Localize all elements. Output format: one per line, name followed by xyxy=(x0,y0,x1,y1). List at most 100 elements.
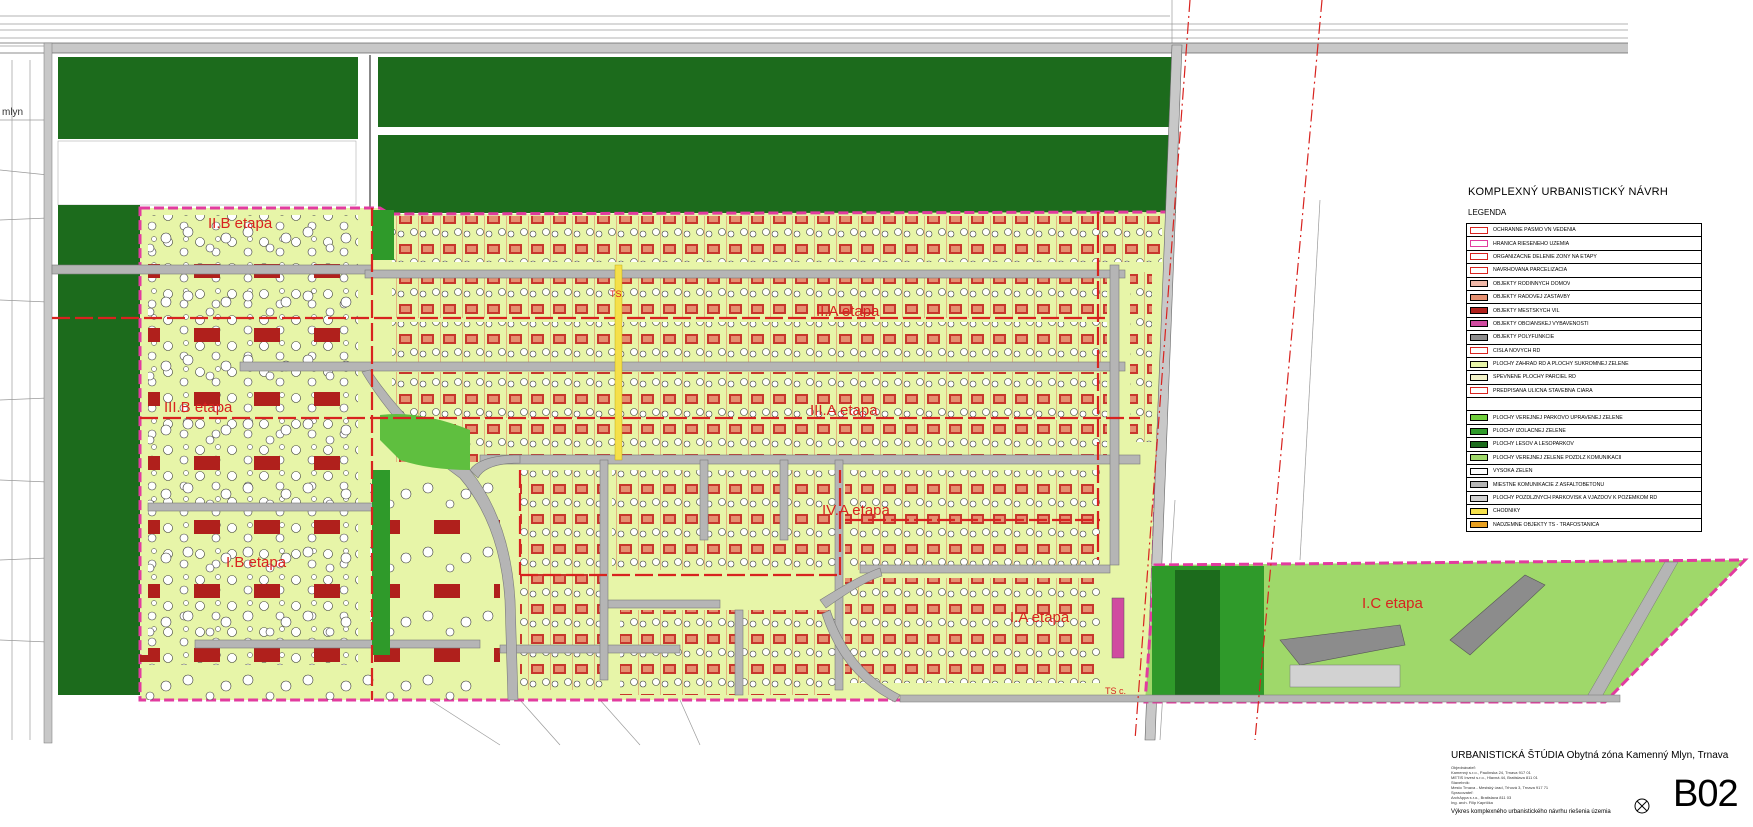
title-block-description: Výkres komplexného urbanistického návrhu… xyxy=(1451,809,1611,815)
legend-swatch xyxy=(1470,521,1488,529)
north-arrow-icon xyxy=(1634,798,1650,814)
legend-item-label: MIESTNE KOMUNIKÁCIE Z ASFALTOBETÓNU xyxy=(1493,481,1605,488)
ts-building xyxy=(1111,597,1125,659)
meadow-north xyxy=(57,140,357,206)
road-west xyxy=(43,42,53,744)
legend-swatch xyxy=(1470,400,1488,408)
legend-swatch xyxy=(1470,467,1488,475)
legend-swatch xyxy=(1470,333,1488,341)
title-block: URBANISTICKÁ ŠTÚDIA Obytná zóna Kamenný … xyxy=(1449,747,1749,825)
title-block-line: Ing. arch. Filip Kaprička xyxy=(1451,800,1493,805)
legend-item-label: CHODNÍKY xyxy=(1493,508,1521,515)
legend-item: OBJEKTY RODINNÝCH DOMOV xyxy=(1467,278,1701,291)
legend-item-label: OCHRANNÉ PÁSMO VN VEDENIA xyxy=(1493,227,1576,234)
legend-swatch xyxy=(1470,454,1488,462)
legend-swatch xyxy=(1470,226,1488,234)
legend-item xyxy=(1467,398,1701,412)
legend-item-label: OBJEKTY RADOVEJ ZÁSTAVBY xyxy=(1493,294,1571,301)
legend-table: OCHRANNÉ PÁSMO VN VEDENIA HRANICA RIEŠENÉ… xyxy=(1466,223,1702,532)
legend-swatch xyxy=(1470,387,1488,395)
legend-item-label: HRANICA RIEŠENÉHO ÚZEMIA xyxy=(1493,240,1570,247)
legend-item: OBJEKTY POLYFUNKCIE xyxy=(1467,331,1701,345)
legend-item: OBJEKTY RADOVEJ ZÁSTAVBY xyxy=(1467,291,1701,305)
legend-item-label: VYSOKÁ ZELEŇ xyxy=(1493,468,1533,475)
legend-swatch xyxy=(1470,507,1488,515)
road-south xyxy=(899,694,1621,703)
legend-item: MIESTNE KOMUNIKÁCIE Z ASFALTOBETÓNU xyxy=(1467,478,1701,492)
etapa-label-ii-a: II.A etapa xyxy=(816,303,880,320)
mlyn-label: mlyn xyxy=(2,107,23,118)
legend-item-label: PLOCHY ZÁHRAD RD A PLOCHY SÚKROMNEJ ZELE… xyxy=(1493,361,1629,368)
legend-item: SPEVNENÉ PLOCHY PARCIEL RD xyxy=(1467,371,1701,385)
forest-north-2 xyxy=(378,57,1176,127)
legend-item-label: PREDPÍSANÁ ULIČNÁ STAVEBNÁ ČIARA xyxy=(1493,387,1593,394)
forest-ic-strip xyxy=(1175,570,1220,695)
legend-item: CHODNÍKY xyxy=(1467,505,1701,519)
legend-item: OBJEKTY OBČIANSKEJ VYBAVENOSTI xyxy=(1467,318,1701,332)
legend-item-label: OBJEKTY RODINNÝCH DOMOV xyxy=(1493,280,1571,287)
title-block-title: URBANISTICKÁ ŠTÚDIA Obytná zóna Kamenný … xyxy=(1451,750,1729,761)
legend-item: NAVRHOVANÁ PARCELIZÁCIA xyxy=(1467,264,1701,278)
legend-swatch xyxy=(1470,307,1488,315)
legend-swatch xyxy=(1470,481,1488,489)
ts-label-bottom: TS c. xyxy=(1105,686,1126,696)
legend-item: VYSOKÁ ZELEŇ xyxy=(1467,465,1701,479)
legend-item: PLOCHY IZOLAČNEJ ZELENE xyxy=(1467,425,1701,439)
legend-item: PLOCHY VEREJNEJ ZELENE POZDĹŽ KOMUNIKÁCI… xyxy=(1467,452,1701,466)
etapa-label-iii-a: III.A etapa xyxy=(810,402,878,419)
legend-item-label: OBJEKTY OBČIANSKEJ VYBAVENOSTI xyxy=(1493,320,1589,327)
legend-swatch xyxy=(1470,360,1488,368)
ts-label-top: TS xyxy=(610,289,622,299)
legend-item-label: PLOCHY IZOLAČNEJ ZELENE xyxy=(1493,428,1566,435)
legend-item-label: NADZEMNÉ OBJEKTY TS - TRAFOSTANICA xyxy=(1493,521,1600,528)
legend-item: OBJEKTY MESTSKÝCH VIL xyxy=(1467,304,1701,318)
legend-item: OCHRANNÉ PÁSMO VN VEDENIA xyxy=(1467,224,1701,238)
legend-item: NADZEMNÉ OBJEKTY TS - TRAFOSTANICA xyxy=(1467,519,1701,531)
legend-swatch xyxy=(1470,240,1488,248)
legend-item: PREDPÍSANÁ ULIČNÁ STAVEBNÁ ČIARA xyxy=(1467,385,1701,399)
park-north-edge xyxy=(372,210,394,260)
legend-item: ČÍSLA NOVÝCH RD xyxy=(1467,345,1701,358)
legend-subtitle: LEGENDA xyxy=(1468,208,1507,217)
legend-title: KOMPLEXNÝ URBANISTICKÝ NÁVRH xyxy=(1468,186,1668,198)
legend-swatch xyxy=(1470,347,1488,355)
etapa-label-i-b: I.B etapa xyxy=(226,554,287,571)
forest-north-1 xyxy=(58,57,358,139)
legend-swatch xyxy=(1470,373,1488,381)
legend-swatch xyxy=(1470,280,1488,288)
legend-swatch xyxy=(1470,414,1488,422)
legend-item-label: OBJEKTY POLYFUNKCIE xyxy=(1493,334,1555,341)
legend-item: ORGANIZAČNÉ DELENIE ZÓNY NA ETAPY xyxy=(1467,251,1701,265)
legend-swatch xyxy=(1470,320,1488,328)
legend-swatch xyxy=(1470,494,1488,502)
legend-item-label: PLOCHY LESOV A LESOPARKOV xyxy=(1493,441,1574,448)
etapa-label-iii-b: III.B etapa xyxy=(164,399,233,416)
parking-ic xyxy=(1289,664,1401,688)
legend-item-label: SPEVNENÉ PLOCHY PARCIEL RD xyxy=(1493,374,1576,381)
legend-item-label: PLOCHY POZDĹŽNYCH PARKOVÍSK A VJAZDOV K … xyxy=(1493,495,1658,501)
main-road-north xyxy=(0,42,1628,54)
legend-swatch xyxy=(1470,266,1488,274)
park-strip xyxy=(372,470,390,655)
legend-item-label: OBJEKTY MESTSKÝCH VIL xyxy=(1493,307,1560,314)
legend-item: PLOCHY POZDĹŽNYCH PARKOVÍSK A VJAZDOV K … xyxy=(1467,492,1701,506)
legend-swatch xyxy=(1470,440,1488,448)
forest-north-3 xyxy=(378,135,1176,213)
legend-item: PLOCHY VEREJNEJ PARKOVO UPRAVENEJ ZELENE xyxy=(1467,411,1701,425)
legend-swatch xyxy=(1470,293,1488,301)
etapa-label-iv-a: IV.A etapa xyxy=(822,502,891,519)
legend-swatch xyxy=(1470,253,1488,261)
drawing-code: B02 xyxy=(1673,773,1739,815)
etapa-label-i-c: I.C etapa xyxy=(1362,595,1424,612)
legend-item-label: NAVRHOVANÁ PARCELIZÁCIA xyxy=(1493,267,1568,274)
legend-item-label: ORGANIZAČNÉ DELENIE ZÓNY NA ETAPY xyxy=(1493,253,1597,260)
legend: KOMPLEXNÝ URBANISTICKÝ NÁVRH LEGENDA OCH… xyxy=(1466,186,1706,532)
legend-item: PLOCHY LESOV A LESOPARKOV xyxy=(1467,438,1701,452)
forest-west xyxy=(58,205,140,695)
etapa-label-i-a: I.A etapa xyxy=(1010,609,1070,626)
legend-item-label: PLOCHY VEREJNEJ ZELENE POZDĹŽ KOMUNIKÁCI… xyxy=(1493,454,1622,461)
legend-item-label: ČÍSLA NOVÝCH RD xyxy=(1493,347,1541,354)
legend-item: PLOCHY ZÁHRAD RD A PLOCHY SÚKROMNEJ ZELE… xyxy=(1467,358,1701,372)
legend-item: HRANICA RIEŠENÉHO ÚZEMIA xyxy=(1467,237,1701,251)
legend-item-label: PLOCHY VEREJNEJ PARKOVO UPRAVENEJ ZELENE xyxy=(1493,414,1623,421)
